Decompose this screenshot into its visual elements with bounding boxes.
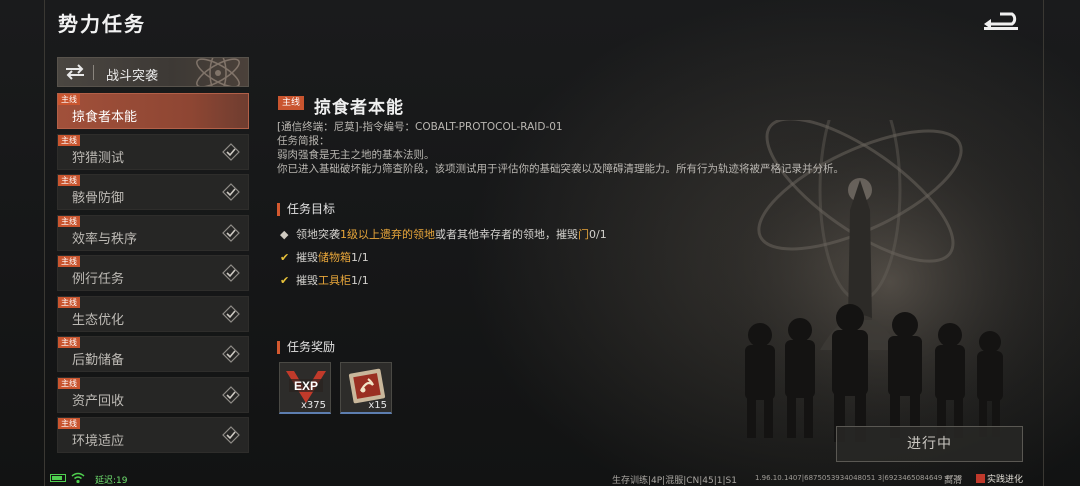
game-logo: 实践进化 [976,472,1023,485]
quality-setting[interactable]: 高清 [944,473,962,486]
completed-check-icon [222,426,240,444]
completed-check-icon [222,305,240,323]
objective-item: ✔ 摧毁储物箱1/1 [280,249,369,265]
task-item-predator-instinct[interactable]: 主线 掠食者本能 [57,93,249,129]
divider [93,65,94,80]
main-quest-tag: 主线 [58,418,80,429]
objective-progress: 1/1 [351,251,369,264]
check-icon: ✔ [280,274,290,287]
completed-check-icon [222,183,240,201]
category-switcher[interactable]: 战斗突袭 [57,57,249,87]
page-title: 势力任务 [58,12,146,36]
task-item-hunting-test[interactable]: 主线 狩猎测试 [57,134,249,170]
status-bar: 延迟:19 生存训练|4P|混服|CN|45|1|S1 1.96.10.1407… [0,470,1080,486]
main-quest-tag: 主线 [58,135,80,146]
briefing-line: 你已进入基础破坏能力筛查阶段，该项测试用于评估你的基础突袭以及障碍清理能力。所有… [277,163,844,175]
completed-check-icon [222,386,240,404]
task-label: 狩猎测试 [72,151,125,166]
main-quest-tag: 主线 [58,297,80,308]
task-label: 骸骨防御 [72,191,125,206]
latency-readout: 延迟:19 [95,476,128,486]
main-quest-tag: 主线 [278,96,305,110]
objective-progress: 1/1 [351,274,369,287]
briefing-line: 任务简报： [277,135,330,147]
main-quest-tag: 主线 [58,175,80,186]
main-quest-tag: 主线 [58,337,80,348]
back-arrow-icon[interactable] [980,10,1022,34]
objective-highlight: 门 [578,228,589,241]
battery-icon [50,474,66,482]
task-item-routine-task[interactable]: 主线 例行任务 [57,255,249,291]
reward-count: x375 [300,400,326,411]
task-label: 资产回收 [72,394,125,409]
objective-highlight: 1级以上遗弃的领地 [340,228,435,241]
main-quest-tag: 主线 [58,256,80,267]
completed-check-icon [222,224,240,242]
reward-count: x15 [368,400,387,411]
briefing-line: [通信终端：尼莫]-指令编号：COBALT-PROTOCOL-RAID-01 [277,121,563,133]
main-quest-tag: 主线 [58,378,80,389]
quest-title: 掠食者本能 [314,98,404,118]
task-label: 效率与秩序 [72,232,138,247]
completed-check-icon [222,264,240,282]
logo-text: 实践进化 [987,475,1024,485]
swap-arrows-icon[interactable] [64,63,86,81]
task-label: 掠食者本能 [72,110,138,125]
logo-icon [976,474,985,483]
wifi-icon [71,472,85,484]
objective-text: 摧毁 [296,251,318,264]
completed-check-icon [222,345,240,363]
task-item-efficiency-order[interactable]: 主线 效率与秩序 [57,215,249,251]
objective-progress: 0/1 [589,228,607,241]
objective-text: 或者其他幸存者的领地，摧毁 [435,228,578,241]
category-label: 战斗突袭 [106,69,159,84]
main-quest-tag: 主线 [58,94,80,105]
objective-highlight: 工具柜 [318,274,351,287]
svg-text:EXP: EXP [294,379,318,393]
task-item-bone-defense[interactable]: 主线 骸骨防御 [57,174,249,210]
quest-briefing: [通信终端：尼莫]-指令编号：COBALT-PROTOCOL-RAID-01 任… [277,120,897,176]
main-quest-tag: 主线 [58,216,80,227]
task-item-logistics-reserve[interactable]: 主线 后勤储备 [57,336,249,372]
task-label: 生态优化 [72,313,125,328]
objectives-heading: 任务目标 [277,203,335,216]
task-label: 环境适应 [72,434,125,449]
task-item-environment-adaptation[interactable]: 主线 环境适应 [57,417,249,453]
screen: 势力任务 战斗突袭 主线 掠食者本能 主线 狩猎测试 主线 骸骨防御 主线 效率… [0,0,1080,486]
reward-exp[interactable]: EXP x375 [279,362,331,414]
task-item-asset-recovery[interactable]: 主线 资产回收 [57,377,249,413]
atom-icon [196,58,240,86]
server-info: 生存训练|4P|混服|CN|45|1|S1 [612,476,737,486]
rewards-heading: 任务奖励 [277,341,335,354]
check-icon: ✔ [280,251,290,264]
objective-text: 摧毁 [296,274,318,287]
task-label: 后勤储备 [72,353,125,368]
completed-check-icon [222,143,240,161]
objective-item: ◆ 领地突袭1级以上遗弃的领地或者其他幸存者的领地，摧毁门0/1 [280,226,607,242]
diamond-bullet-icon: ◆ [280,228,289,241]
briefing-line: 弱肉强食是无主之地的基本法则。 [277,149,435,161]
build-version: 1.96.10.1407|6875053934048051 3|69234650… [755,474,963,482]
objective-highlight: 储物箱 [318,251,351,264]
reward-badge[interactable]: x15 [340,362,392,414]
objective-text: 领地突袭 [296,228,340,241]
objective-item: ✔ 摧毁工具柜1/1 [280,272,369,288]
in-progress-button[interactable]: 进行中 [836,426,1023,462]
task-item-ecology-optimization[interactable]: 主线 生态优化 [57,296,249,332]
task-label: 例行任务 [72,272,125,287]
